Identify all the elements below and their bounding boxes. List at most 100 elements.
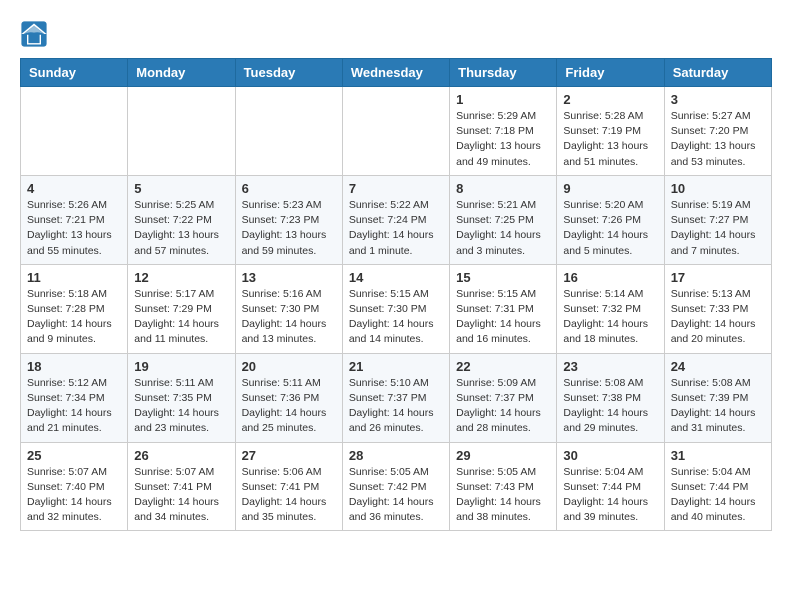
weekday-header-saturday: Saturday xyxy=(664,59,771,87)
day-info: Sunrise: 5:19 AM Sunset: 7:27 PM Dayligh… xyxy=(671,198,765,259)
calendar-cell: 30 Sunrise: 5:04 AM Sunset: 7:44 PM Dayli… xyxy=(557,442,664,531)
day-number: 10 xyxy=(671,181,765,196)
day-number: 19 xyxy=(134,359,228,374)
day-number: 5 xyxy=(134,181,228,196)
day-number: 30 xyxy=(563,448,657,463)
calendar-cell: 16Sunrise: 5:14 AM Sunset: 7:32 PM Dayli… xyxy=(557,264,664,353)
calendar-cell: 26Sunrise: 5:07 AM Sunset: 7:41 PM Dayli… xyxy=(128,442,235,531)
calendar-cell: 20 Sunrise: 5:11 AM Sunset: 7:36 PM Dayli… xyxy=(235,353,342,442)
day-number: 8 xyxy=(456,181,550,196)
day-number: 31 xyxy=(671,448,765,463)
day-number: 21 xyxy=(349,359,443,374)
weekday-header-sunday: Sunday xyxy=(21,59,128,87)
calendar-cell: 17Sunrise: 5:13 AM Sunset: 7:33 PM Dayli… xyxy=(664,264,771,353)
day-info: Sunrise: 5:15 AM Sunset: 7:31 PM Dayligh… xyxy=(456,287,550,348)
day-info: Sunrise: 5:22 AM Sunset: 7:24 PM Dayligh… xyxy=(349,198,443,259)
day-number: 1 xyxy=(456,92,550,107)
calendar-week-row: 11 Sunrise: 5:18 AM Sunset: 7:28 PM Dayli… xyxy=(21,264,772,353)
day-info: Sunrise: 5:08 AM Sunset: 7:38 PM Dayligh… xyxy=(563,376,657,437)
calendar-cell: 13 Sunrise: 5:16 AM Sunset: 7:30 PM Dayli… xyxy=(235,264,342,353)
calendar-cell xyxy=(235,87,342,176)
calendar-cell: 25 Sunrise: 5:07 AM Sunset: 7:40 PM Dayli… xyxy=(21,442,128,531)
calendar-cell xyxy=(128,87,235,176)
day-number: 28 xyxy=(349,448,443,463)
calendar-cell: 24 Sunrise: 5:08 AM Sunset: 7:39 PM Dayli… xyxy=(664,353,771,442)
calendar-cell: 22 Sunrise: 5:09 AM Sunset: 7:37 PM Dayli… xyxy=(450,353,557,442)
calendar-week-row: 1 Sunrise: 5:29 AM Sunset: 7:18 PM Daylig… xyxy=(21,87,772,176)
day-number: 15 xyxy=(456,270,550,285)
day-number: 12 xyxy=(134,270,228,285)
day-info: Sunrise: 5:25 AM Sunset: 7:22 PM Dayligh… xyxy=(134,198,228,259)
day-info: Sunrise: 5:06 AM Sunset: 7:41 PM Dayligh… xyxy=(242,465,336,526)
day-info: Sunrise: 5:29 AM Sunset: 7:18 PM Dayligh… xyxy=(456,109,550,170)
day-number: 13 xyxy=(242,270,336,285)
calendar-cell: 3 Sunrise: 5:27 AM Sunset: 7:20 PM Daylig… xyxy=(664,87,771,176)
day-number: 23 xyxy=(563,359,657,374)
calendar-cell: 8 Sunrise: 5:21 AM Sunset: 7:25 PM Daylig… xyxy=(450,175,557,264)
page-header xyxy=(20,20,772,48)
day-info: Sunrise: 5:18 AM Sunset: 7:28 PM Dayligh… xyxy=(27,287,121,348)
day-info: Sunrise: 5:10 AM Sunset: 7:37 PM Dayligh… xyxy=(349,376,443,437)
calendar-cell: 10 Sunrise: 5:19 AM Sunset: 7:27 PM Dayli… xyxy=(664,175,771,264)
day-info: Sunrise: 5:05 AM Sunset: 7:43 PM Dayligh… xyxy=(456,465,550,526)
day-number: 25 xyxy=(27,448,121,463)
calendar-cell: 15 Sunrise: 5:15 AM Sunset: 7:31 PM Dayli… xyxy=(450,264,557,353)
weekday-header-thursday: Thursday xyxy=(450,59,557,87)
day-info: Sunrise: 5:09 AM Sunset: 7:37 PM Dayligh… xyxy=(456,376,550,437)
weekday-header-row: SundayMondayTuesdayWednesdayThursdayFrid… xyxy=(21,59,772,87)
calendar-cell: 18 Sunrise: 5:12 AM Sunset: 7:34 PM Dayli… xyxy=(21,353,128,442)
day-info: Sunrise: 5:28 AM Sunset: 7:19 PM Dayligh… xyxy=(563,109,657,170)
calendar-cell: 9 Sunrise: 5:20 AM Sunset: 7:26 PM Daylig… xyxy=(557,175,664,264)
day-number: 18 xyxy=(27,359,121,374)
day-info: Sunrise: 5:11 AM Sunset: 7:36 PM Dayligh… xyxy=(242,376,336,437)
calendar-cell: 21 Sunrise: 5:10 AM Sunset: 7:37 PM Dayli… xyxy=(342,353,449,442)
day-info: Sunrise: 5:26 AM Sunset: 7:21 PM Dayligh… xyxy=(27,198,121,259)
day-number: 24 xyxy=(671,359,765,374)
day-info: Sunrise: 5:07 AM Sunset: 7:40 PM Dayligh… xyxy=(27,465,121,526)
day-info: Sunrise: 5:04 AM Sunset: 7:44 PM Dayligh… xyxy=(563,465,657,526)
day-number: 14 xyxy=(349,270,443,285)
calendar-cell: 7 Sunrise: 5:22 AM Sunset: 7:24 PM Daylig… xyxy=(342,175,449,264)
day-number: 4 xyxy=(27,181,121,196)
calendar-cell: 12Sunrise: 5:17 AM Sunset: 7:29 PM Dayli… xyxy=(128,264,235,353)
day-info: Sunrise: 5:11 AM Sunset: 7:35 PM Dayligh… xyxy=(134,376,228,437)
calendar-cell: 5 Sunrise: 5:25 AM Sunset: 7:22 PM Daylig… xyxy=(128,175,235,264)
calendar-cell: 27 Sunrise: 5:06 AM Sunset: 7:41 PM Dayli… xyxy=(235,442,342,531)
calendar-cell: 2Sunrise: 5:28 AM Sunset: 7:19 PM Daylig… xyxy=(557,87,664,176)
day-number: 7 xyxy=(349,181,443,196)
calendar-cell: 4 Sunrise: 5:26 AM Sunset: 7:21 PM Daylig… xyxy=(21,175,128,264)
day-info: Sunrise: 5:08 AM Sunset: 7:39 PM Dayligh… xyxy=(671,376,765,437)
calendar-cell xyxy=(342,87,449,176)
day-number: 16 xyxy=(563,270,657,285)
calendar-cell: 6Sunrise: 5:23 AM Sunset: 7:23 PM Daylig… xyxy=(235,175,342,264)
calendar-header: SundayMondayTuesdayWednesdayThursdayFrid… xyxy=(21,59,772,87)
weekday-header-wednesday: Wednesday xyxy=(342,59,449,87)
calendar-cell xyxy=(21,87,128,176)
day-info: Sunrise: 5:16 AM Sunset: 7:30 PM Dayligh… xyxy=(242,287,336,348)
day-number: 22 xyxy=(456,359,550,374)
day-info: Sunrise: 5:07 AM Sunset: 7:41 PM Dayligh… xyxy=(134,465,228,526)
day-number: 6 xyxy=(242,181,336,196)
weekday-header-friday: Friday xyxy=(557,59,664,87)
calendar-cell: 14Sunrise: 5:15 AM Sunset: 7:30 PM Dayli… xyxy=(342,264,449,353)
calendar-cell: 1 Sunrise: 5:29 AM Sunset: 7:18 PM Daylig… xyxy=(450,87,557,176)
calendar-cell: 31 Sunrise: 5:04 AM Sunset: 7:44 PM Dayli… xyxy=(664,442,771,531)
calendar-cell: 11 Sunrise: 5:18 AM Sunset: 7:28 PM Dayli… xyxy=(21,264,128,353)
day-number: 3 xyxy=(671,92,765,107)
day-info: Sunrise: 5:04 AM Sunset: 7:44 PM Dayligh… xyxy=(671,465,765,526)
weekday-header-tuesday: Tuesday xyxy=(235,59,342,87)
day-info: Sunrise: 5:12 AM Sunset: 7:34 PM Dayligh… xyxy=(27,376,121,437)
day-number: 11 xyxy=(27,270,121,285)
calendar-cell: 23 Sunrise: 5:08 AM Sunset: 7:38 PM Dayli… xyxy=(557,353,664,442)
calendar-table: SundayMondayTuesdayWednesdayThursdayFrid… xyxy=(20,58,772,531)
weekday-header-monday: Monday xyxy=(128,59,235,87)
day-info: Sunrise: 5:27 AM Sunset: 7:20 PM Dayligh… xyxy=(671,109,765,170)
day-number: 20 xyxy=(242,359,336,374)
day-number: 9 xyxy=(563,181,657,196)
day-info: Sunrise: 5:20 AM Sunset: 7:26 PM Dayligh… xyxy=(563,198,657,259)
calendar-week-row: 18 Sunrise: 5:12 AM Sunset: 7:34 PM Dayli… xyxy=(21,353,772,442)
day-number: 27 xyxy=(242,448,336,463)
day-info: Sunrise: 5:13 AM Sunset: 7:33 PM Dayligh… xyxy=(671,287,765,348)
day-info: Sunrise: 5:21 AM Sunset: 7:25 PM Dayligh… xyxy=(456,198,550,259)
calendar-week-row: 4 Sunrise: 5:26 AM Sunset: 7:21 PM Daylig… xyxy=(21,175,772,264)
